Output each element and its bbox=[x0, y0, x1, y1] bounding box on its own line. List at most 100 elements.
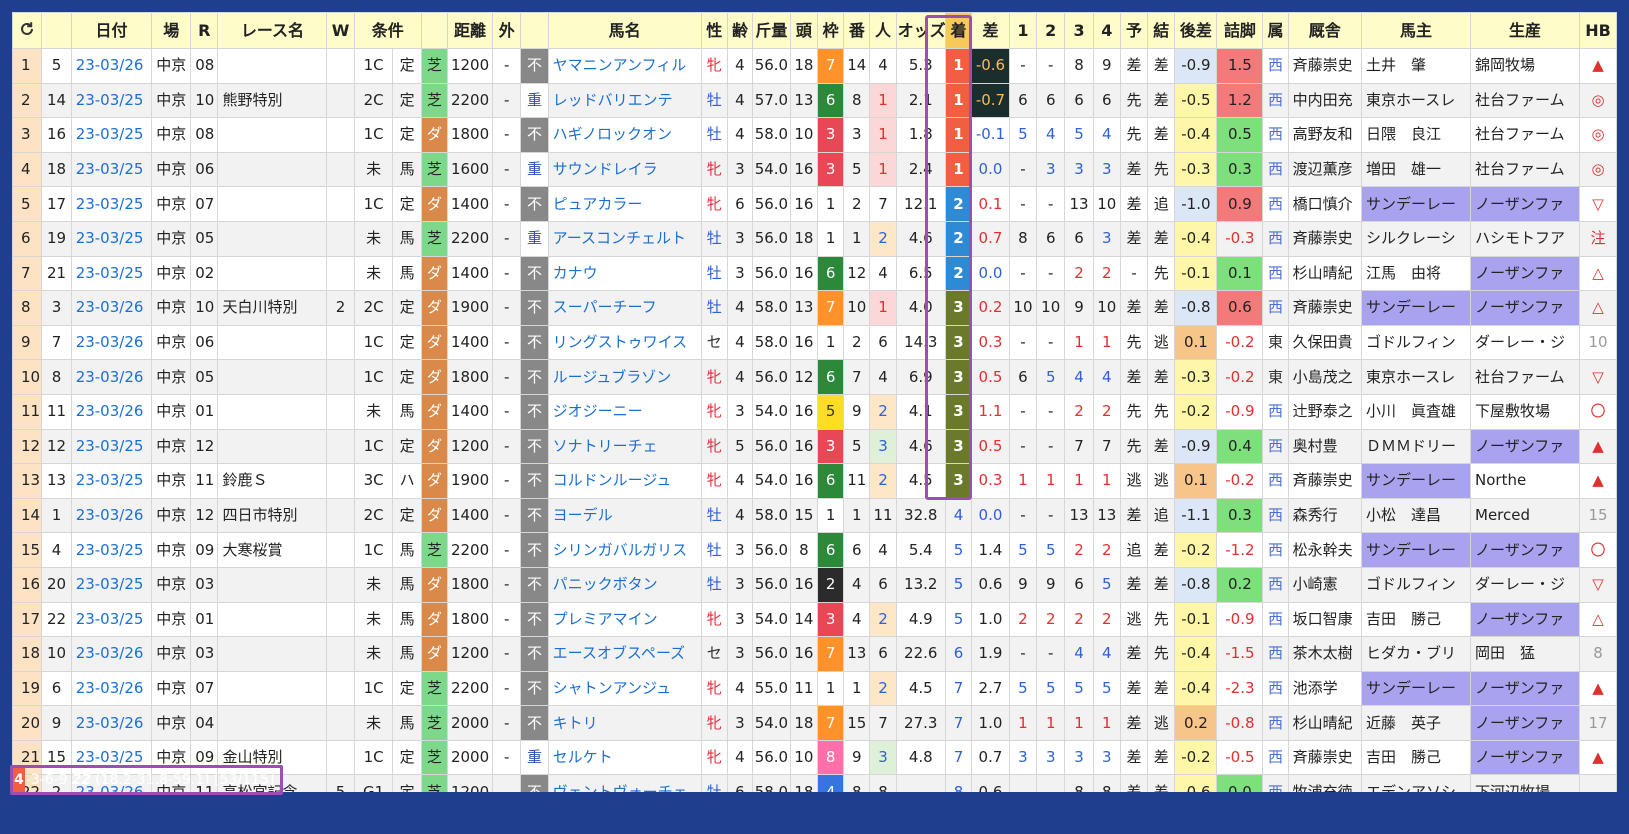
cell-date[interactable]: 23-03/26 bbox=[70, 705, 153, 741]
table-row[interactable]: 10 8 23-03/26 中京 05 1C 定ダ 1800- 不ルージュブラゾン牝 4 56.0 1… bbox=[12, 359, 1617, 395]
col-header-r[interactable]: R bbox=[190, 12, 219, 49]
cell-date[interactable]: 23-03/25 bbox=[70, 82, 153, 119]
cell-horse-name[interactable]: リングストゥワイス bbox=[547, 324, 702, 361]
cell-horse-name[interactable]: ジオジーニー bbox=[547, 393, 702, 430]
table-row[interactable]: 7 21 23-03/25 中京 02 未馬ダ 1400- 不カナウ牡 3 56.0 16 6 12 4 6… bbox=[12, 255, 1617, 292]
col-header-c1[interactable]: 1 bbox=[1008, 12, 1038, 49]
cell-date[interactable]: 23-03/25 bbox=[70, 186, 153, 222]
cell-field-size: 16 bbox=[789, 393, 819, 430]
col-header-breeder[interactable]: 生産 bbox=[1470, 12, 1581, 49]
col-header-margin[interactable]: 差 bbox=[971, 12, 1010, 49]
col-header-odds[interactable]: オッズ bbox=[895, 12, 946, 49]
cell-horse-name[interactable]: ヨーデル bbox=[547, 497, 702, 534]
col-header-age[interactable]: 齢 bbox=[726, 12, 754, 49]
col-header-c4[interactable]: 4 bbox=[1092, 12, 1121, 49]
cell-horse-name[interactable]: ハギノロックオン bbox=[547, 117, 702, 153]
col-header-out[interactable]: 外 bbox=[492, 12, 522, 49]
col-header-c2[interactable]: 2 bbox=[1036, 12, 1066, 49]
table-row[interactable]: 4 18 23-03/25 中京 06 未馬芝 1600- 重サウンドレイラ牝 3 54.0 16 3… bbox=[12, 151, 1617, 188]
cell-date[interactable]: 23-03/25 bbox=[70, 220, 153, 257]
col-header-hb[interactable]: HB bbox=[1579, 12, 1617, 49]
col-header-cond[interactable]: 条件 bbox=[353, 12, 422, 49]
table-row[interactable]: 2 14 23-03/25 中京 10 熊野特別 2C 定芝 2200- 重レッドバリエンテ牡 4 5… bbox=[12, 82, 1617, 119]
table-row[interactable]: 20 9 23-03/26 中京 04 未馬芝 2000- 不キトリ牝 3 54.0 18 7 15 7 2… bbox=[12, 705, 1617, 741]
cell-horse-name[interactable]: シャトンアンジュ bbox=[547, 670, 702, 707]
cell-date[interactable]: 23-03/26 bbox=[70, 290, 153, 326]
col-header-c3[interactable]: 3 bbox=[1064, 12, 1094, 49]
col-header-finish[interactable]: 着 bbox=[944, 12, 973, 49]
table-row[interactable]: 16 20 23-03/25 中京 03 未馬ダ 1800- 不パニックボタン牡 3 56.0 16… bbox=[12, 566, 1617, 603]
col-header-track[interactable] bbox=[520, 12, 549, 49]
cell-date[interactable]: 23-03/25 bbox=[70, 151, 153, 188]
cell-horse-name[interactable]: ルージュブラゾン bbox=[547, 359, 702, 395]
cell-horse-name[interactable]: サウンドレイラ bbox=[547, 151, 702, 188]
table-row[interactable]: 8 3 23-03/26 中京 10 天白川特別 2 2C 定ダ 1900- 不スーパーチーフ牡 4 5… bbox=[12, 290, 1617, 326]
table-row[interactable]: 6 19 23-03/25 中京 05 未馬芝 2200- 重アースコンチェルト牡 3 56.0 1… bbox=[12, 220, 1617, 257]
cell-horse-name[interactable]: パニックボタン bbox=[547, 566, 702, 603]
cell-date[interactable]: 23-03/25 bbox=[70, 601, 153, 638]
col-header-pop[interactable]: 人 bbox=[869, 12, 897, 49]
cell-horse-name[interactable]: カナウ bbox=[547, 255, 702, 292]
col-header-tsume[interactable]: 詰脚 bbox=[1216, 12, 1264, 49]
cell-horse-name[interactable]: セルケト bbox=[547, 739, 702, 776]
col-header-heads[interactable]: 頭 bbox=[789, 12, 819, 49]
col-header-kosa[interactable]: 後差 bbox=[1174, 12, 1218, 49]
table-row[interactable]: 17 22 23-03/25 中京 01 未馬ダ 1800- 不プレミアマイン牝 3 54.0 14… bbox=[12, 601, 1617, 638]
cell-date[interactable]: 23-03/26 bbox=[70, 324, 153, 361]
cell-horse-name[interactable]: エースオブスペーズ bbox=[547, 636, 702, 672]
table-row[interactable]: 18 10 23-03/26 中京 03 未馬ダ 1200- 不エースオブスペーズセ 3 56.0… bbox=[12, 636, 1617, 672]
col-header-date[interactable]: 日付 bbox=[70, 12, 153, 49]
cell-date[interactable]: 23-03/25 bbox=[70, 532, 153, 568]
cell-corner-4: 4 bbox=[1092, 636, 1121, 672]
col-header-surface[interactable] bbox=[420, 12, 449, 49]
cell-date[interactable]: 23-03/26 bbox=[70, 670, 153, 707]
col-header-zoku[interactable]: 属 bbox=[1262, 12, 1289, 49]
table-row[interactable]: 5 17 23-03/25 中京 07 1C 定ダ 1400- 不ピュアカラー牝 6 56.0 16 1… bbox=[12, 186, 1617, 222]
col-header-horse[interactable]: 馬名 bbox=[547, 12, 702, 49]
table-row[interactable]: 19 6 23-03/26 中京 07 1C 定芝 2200- 不シャトンアンジュ牝 4 55.0 1… bbox=[12, 670, 1617, 707]
table-row[interactable]: 12 12 23-03/25 中京 12 1C 定ダ 1200- 不ソナトリーチェ牝 5 56.0 1… bbox=[12, 428, 1617, 465]
cell-horse-name[interactable]: プレミアマイン bbox=[547, 601, 702, 638]
cell-horse-name[interactable]: ヤマニンアンフィル bbox=[547, 48, 702, 84]
cell-horse-name[interactable]: レッドバリエンテ bbox=[547, 82, 702, 119]
table-row[interactable]: 3 16 23-03/25 中京 08 1C 定ダ 1800- 不ハギノロックオン牡 4 58.0 1… bbox=[12, 117, 1617, 153]
cell-date[interactable]: 23-03/26 bbox=[70, 48, 153, 84]
refresh-icon[interactable] bbox=[12, 12, 43, 49]
cell-date[interactable]: 23-03/26 bbox=[70, 359, 153, 395]
col-header-weight[interactable]: 斤量 bbox=[752, 12, 791, 49]
col-header-w[interactable]: W bbox=[326, 12, 355, 49]
col-header-race[interactable]: レース名 bbox=[217, 12, 328, 49]
table-row[interactable]: 11 11 23-03/26 中京 01 未馬ダ 1400- 不ジオジーニー牝 3 54.0 16 5… bbox=[12, 393, 1617, 430]
cell-date[interactable]: 23-03/25 bbox=[70, 255, 153, 292]
col-header-distance[interactable]: 距離 bbox=[446, 12, 494, 49]
cell-horse-name[interactable]: スーパーチーフ bbox=[547, 290, 702, 326]
cell-horse-name[interactable]: ピュアカラー bbox=[547, 186, 702, 222]
col-header-v[interactable] bbox=[41, 12, 72, 49]
cell-date[interactable]: 23-03/26 bbox=[70, 497, 153, 534]
col-header-sex[interactable]: 性 bbox=[700, 12, 728, 49]
cell-date[interactable]: 23-03/26 bbox=[70, 393, 153, 430]
col-header-place[interactable]: 場 bbox=[151, 12, 192, 49]
table-row[interactable]: 1 5 23-03/26 中京 08 1C 定芝 1200- 不ヤマニンアンフィル牝 4 56.0 1… bbox=[12, 48, 1617, 84]
cell-horse-name[interactable]: キトリ bbox=[547, 705, 702, 741]
col-header-waku[interactable]: 枠 bbox=[817, 12, 845, 49]
table-row[interactable]: 15 4 23-03/25 中京 09 大寒桜賞 1C 馬芝 2200- 不シリンガバルガリス牡 3… bbox=[12, 532, 1617, 568]
table-row[interactable]: 13 13 23-03/25 中京 11 鈴鹿Ｓ 3C ハダ 1900- 不コルドンルージュ牝 4 5… bbox=[12, 463, 1617, 499]
cell-date[interactable]: 23-03/25 bbox=[70, 463, 153, 499]
cell-date[interactable]: 23-03/25 bbox=[70, 566, 153, 603]
col-header-ban[interactable]: 番 bbox=[843, 12, 871, 49]
table-row[interactable]: 14 1 23-03/26 中京 12 四日市特別 2C 定ダ 1400- 不ヨーデル牡 4 58.0… bbox=[12, 497, 1617, 534]
cell-horse-name[interactable]: ヴェントヴォーチェ bbox=[547, 774, 702, 792]
table-row[interactable]: 9 7 23-03/26 中京 06 1C 定ダ 1400- 不リングストゥワイスセ 4 58.0 1… bbox=[12, 324, 1617, 361]
col-header-yo[interactable]: 予 bbox=[1119, 12, 1149, 49]
col-header-ke[interactable]: 結 bbox=[1147, 12, 1176, 49]
cell-date[interactable]: 23-03/26 bbox=[70, 636, 153, 672]
col-header-owner[interactable]: 馬主 bbox=[1360, 12, 1472, 49]
cell-horse-name[interactable]: アースコンチェルト bbox=[547, 220, 702, 257]
cell-date[interactable]: 23-03/25 bbox=[70, 428, 153, 465]
cell-horse-name[interactable]: ソナトリーチェ bbox=[547, 428, 702, 465]
col-header-trainer[interactable]: 厩舎 bbox=[1287, 12, 1363, 49]
cell-horse-name[interactable]: コルドンルージュ bbox=[547, 463, 702, 499]
cell-horse-name[interactable]: シリンガバルガリス bbox=[547, 532, 702, 568]
cell-date[interactable]: 23-03/25 bbox=[70, 117, 153, 153]
